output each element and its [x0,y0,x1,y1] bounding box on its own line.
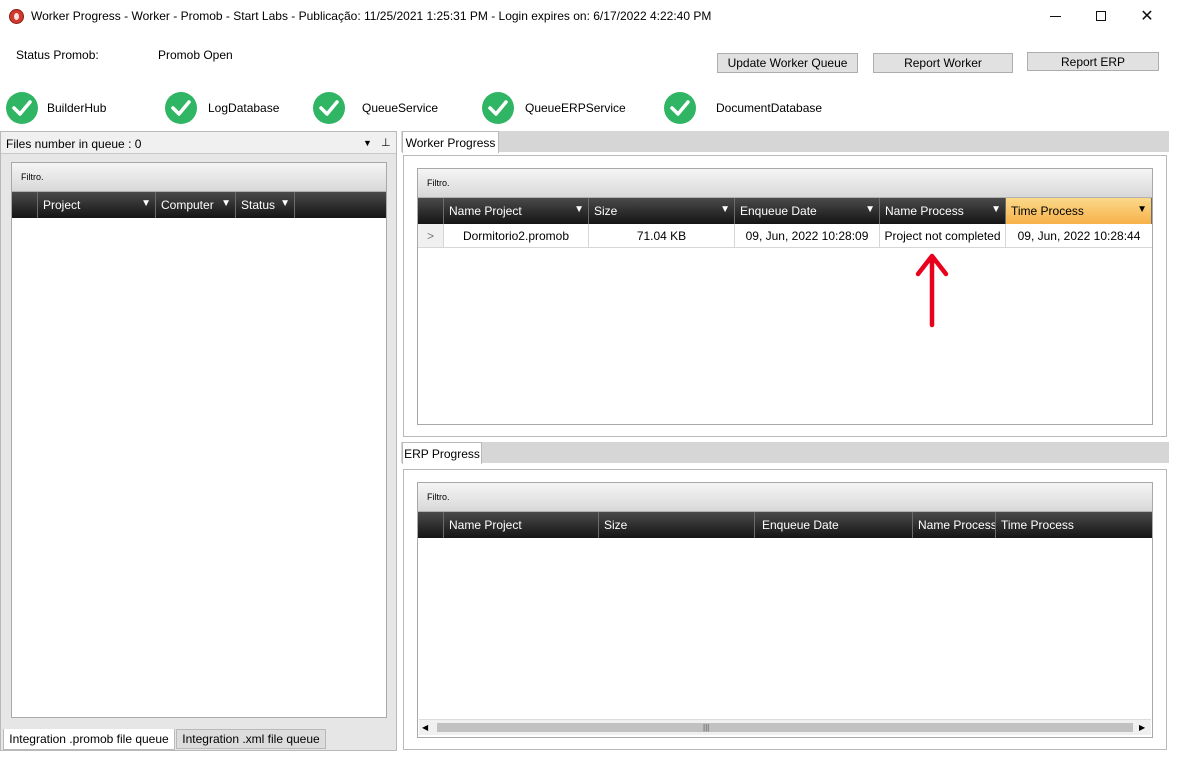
grid-header-filler [295,192,386,218]
tab-erp-progress[interactable]: ERP Progress [402,442,482,464]
cell-name-process[interactable]: Project not completed [880,224,1006,248]
column-header-time-process[interactable]: Time Process ▼ [1006,198,1152,224]
column-header-time-process[interactable]: Time Process [996,512,1152,538]
filter-funnel-icon[interactable]: ▼ [720,204,730,215]
scroll-left-icon[interactable]: ◀ [422,723,428,732]
service-label-queueerpservice: QueueERPService [525,101,626,115]
grid-header: Name Project ▼ Size ▼ Enqueue Date ▼ Nam… [418,198,1152,224]
title-bar: Worker Progress - Worker - Promob - Star… [0,0,1178,32]
column-header-label: Time Process [1011,204,1084,218]
column-header-status[interactable]: Status ▼ [236,192,295,218]
grid-header: Project ▼ Computer ▼ Status ▼ [12,192,386,218]
table-row[interactable]: > Dormitorio2.promob 71.04 KB 09, Jun, 2… [418,224,1152,248]
documentdatabase-check-icon [664,92,696,124]
pin-icon[interactable]: ⊥ [381,136,391,149]
tab-integration-xml-queue[interactable]: Integration .xml file queue [176,729,326,749]
column-header-label: Name Process [885,204,964,218]
grid-header: Name Project Size Enqueue Date Name Proc… [418,512,1152,538]
filter-funnel-icon[interactable]: ▼ [141,198,151,209]
filter-funnel-icon[interactable]: ▼ [1137,204,1147,215]
column-header-name-project[interactable]: Name Project [444,512,599,538]
close-icon: ✕ [1140,8,1154,25]
file-queue-panel: Files number in queue : 0 ▼ ⊥ Filtro. Pr… [0,131,397,751]
maximize-button[interactable] [1078,0,1124,32]
update-worker-queue-button[interactable]: Update Worker Queue [717,53,858,73]
minimize-icon [1049,15,1061,17]
cell-size[interactable]: 71.04 KB [589,224,735,248]
worker-progress-grid: Filtro. Name Project ▼ Size ▼ Enqueue Da… [417,168,1153,425]
cell-time-process[interactable]: 09, Jun, 2022 10:28:44 [1006,224,1152,248]
queueservice-check-icon [313,92,345,124]
annotation-arrow-icon [915,253,949,328]
maximize-icon [1096,11,1106,21]
worker-progress-panel: Filtro. Name Project ▼ Size ▼ Enqueue Da… [403,155,1167,437]
status-label: Status Promob: [16,48,99,62]
column-header-size[interactable]: Size [599,512,755,538]
worker-tabstrip [401,131,1169,152]
column-header-computer[interactable]: Computer ▼ [156,192,236,218]
filter-funnel-icon[interactable]: ▼ [574,204,584,215]
filter-bar[interactable]: Filtro. [418,169,1152,198]
scroll-thumb[interactable]: ||| [437,723,1133,732]
window-title: Worker Progress - Worker - Promob - Star… [31,9,712,23]
erp-progress-grid: Filtro. Name Project Size Enqueue Date N… [417,482,1153,738]
column-header-label: Project [43,198,81,212]
horizontal-scrollbar[interactable]: ◀ ||| ▶ [419,719,1151,735]
service-label-queueservice: QueueService [362,101,439,115]
row-indicator-header [418,512,444,538]
file-queue-header: Files number in queue : 0 ▼ ⊥ [1,132,396,154]
report-erp-button[interactable]: Report ERP [1027,52,1159,71]
filter-funnel-icon[interactable]: ▼ [991,204,1001,215]
service-label-documentdatabase: DocumentDatabase [716,101,823,115]
filter-funnel-icon[interactable]: ▼ [221,198,231,209]
column-header-project[interactable]: Project ▼ [38,192,156,218]
column-header-label: Computer [161,198,214,212]
column-header-name-project[interactable]: Name Project ▼ [444,198,589,224]
service-label-logdatabase: LogDatabase [208,101,280,115]
tab-worker-progress[interactable]: Worker Progress [402,131,499,153]
filter-funnel-icon[interactable]: ▼ [280,198,290,209]
builderhub-check-icon [6,92,38,124]
filter-funnel-icon[interactable]: ▼ [865,204,875,215]
filter-bar[interactable]: Filtro. [418,483,1152,512]
tab-integration-promob-queue[interactable]: Integration .promob file queue [3,729,175,750]
erp-progress-panel: Filtro. Name Project Size Enqueue Date N… [403,469,1167,750]
column-header-label: Enqueue Date [740,204,817,218]
column-header-enqueue-date[interactable]: Enqueue Date ▼ [735,198,880,224]
column-header-label: Status [241,198,276,212]
row-indicator-icon[interactable]: > [418,224,444,248]
chevron-down-icon[interactable]: ▼ [363,138,372,148]
column-header-label: Name Project [449,204,522,218]
row-indicator-header [418,198,444,224]
scroll-right-icon[interactable]: ▶ [1139,723,1145,732]
files-in-queue-count: Files number in queue : 0 [6,137,142,151]
scroll-grip-icon: ||| [703,723,710,732]
close-button[interactable]: ✕ [1124,0,1170,32]
file-queue-grid: Filtro. Project ▼ Computer ▼ Status ▼ [11,162,387,718]
logdatabase-check-icon [165,92,197,124]
service-label-builderhub: BuilderHub [47,101,107,115]
column-header-enqueue-date[interactable]: Enqueue Date [755,512,913,538]
progress-area: Worker Progress Filtro. Name Project ▼ S… [401,131,1169,751]
cell-name-project[interactable]: Dormitorio2.promob [444,224,589,248]
filter-bar[interactable]: Filtro. [12,163,386,192]
column-header-name-process[interactable]: Name Process ▼ [880,198,1006,224]
erp-tabstrip [401,442,1169,463]
queueerpservice-check-icon [482,92,514,124]
status-value: Promob Open [158,48,233,62]
column-header-label: Size [594,204,618,218]
row-indicator-header [12,192,38,218]
column-header-size[interactable]: Size ▼ [589,198,735,224]
app-logo-icon [9,9,24,24]
minimize-button[interactable] [1032,0,1078,32]
report-worker-button[interactable]: Report Worker [873,53,1013,73]
column-header-name-process[interactable]: Name Process [913,512,996,538]
cell-enqueue-date[interactable]: 09, Jun, 2022 10:28:09 [735,224,880,248]
